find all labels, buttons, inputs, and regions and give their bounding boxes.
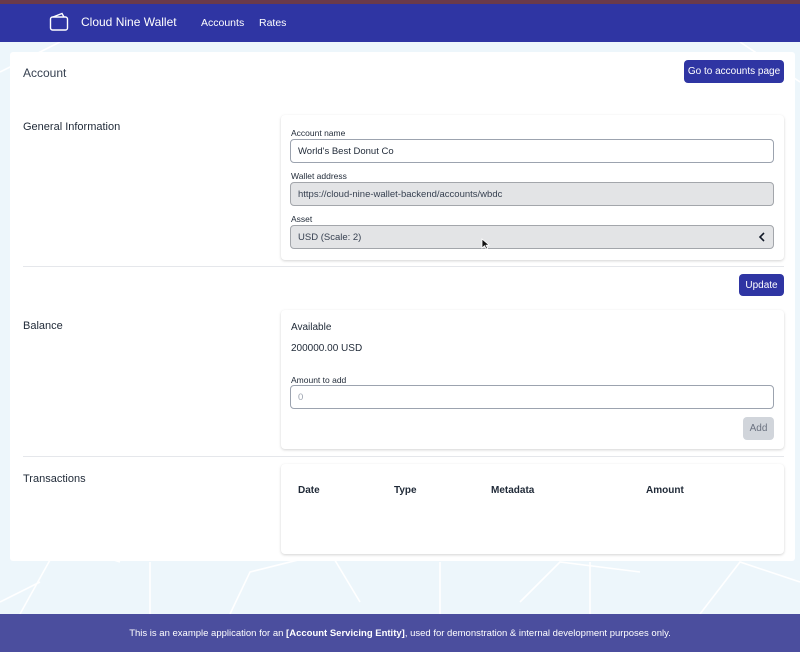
balance-label: Balance <box>23 320 63 332</box>
asset-select[interactable]: USD (Scale: 2) <box>290 225 774 249</box>
page-title: Account <box>23 66 67 80</box>
column-header-date: Date <box>298 485 320 496</box>
wallet-icon <box>49 12 69 32</box>
general-information-label: General Information <box>23 121 121 133</box>
mouse-cursor-icon <box>481 238 491 253</box>
account-name-label: Account name <box>291 128 346 138</box>
footer-emphasis: [Account Servicing Entity] <box>286 627 405 639</box>
app-name: Cloud Nine Wallet <box>81 15 177 29</box>
wallet-address-value: https://cloud-nine-wallet-backend/accoun… <box>298 188 503 200</box>
amount-to-add-input[interactable]: 0 <box>290 385 774 409</box>
wallet-address-field: https://cloud-nine-wallet-backend/accoun… <box>290 182 774 206</box>
top-navbar: Cloud Nine Wallet Accounts Rates <box>0 4 800 42</box>
column-header-amount: Amount <box>646 485 684 496</box>
footer-text: This is an example application for an [A… <box>129 628 671 639</box>
footer: This is an example application for an [A… <box>0 614 800 652</box>
add-button[interactable]: Add <box>743 417 774 440</box>
amount-to-add-label: Amount to add <box>291 375 347 385</box>
go-to-accounts-button[interactable]: Go to accounts page <box>684 60 784 83</box>
section-divider <box>23 266 784 267</box>
section-divider <box>23 456 784 457</box>
chevron-left-icon <box>758 232 766 245</box>
transactions-label: Transactions <box>23 473 86 485</box>
nav-accounts[interactable]: Accounts <box>201 17 244 29</box>
column-header-type: Type <box>394 485 417 496</box>
nav-rates[interactable]: Rates <box>259 17 286 29</box>
balance-panel: Available 200000.00 USD Amount to add 0 … <box>281 310 784 449</box>
footer-suffix: , used for demonstration & internal deve… <box>404 627 671 639</box>
account-name-input[interactable]: World's Best Donut Co <box>290 139 774 163</box>
available-balance: 200000.00 USD <box>291 343 363 354</box>
brand[interactable]: Cloud Nine Wallet <box>49 12 177 32</box>
account-card: Account Go to accounts page General Info… <box>10 52 795 561</box>
general-information-panel: Account name World's Best Donut Co Walle… <box>281 115 784 260</box>
footer-prefix: This is an example application for an <box>129 627 287 639</box>
asset-label: Asset <box>291 214 313 224</box>
update-button[interactable]: Update <box>739 274 784 296</box>
amount-placeholder: 0 <box>298 391 304 403</box>
wallet-address-label: Wallet address <box>291 171 347 181</box>
available-label: Available <box>291 322 332 333</box>
asset-value: USD (Scale: 2) <box>298 231 362 243</box>
column-header-metadata: Metadata <box>491 485 535 496</box>
transactions-panel: Date Type Metadata Amount <box>281 464 784 554</box>
account-name-value: World's Best Donut Co <box>298 145 394 157</box>
